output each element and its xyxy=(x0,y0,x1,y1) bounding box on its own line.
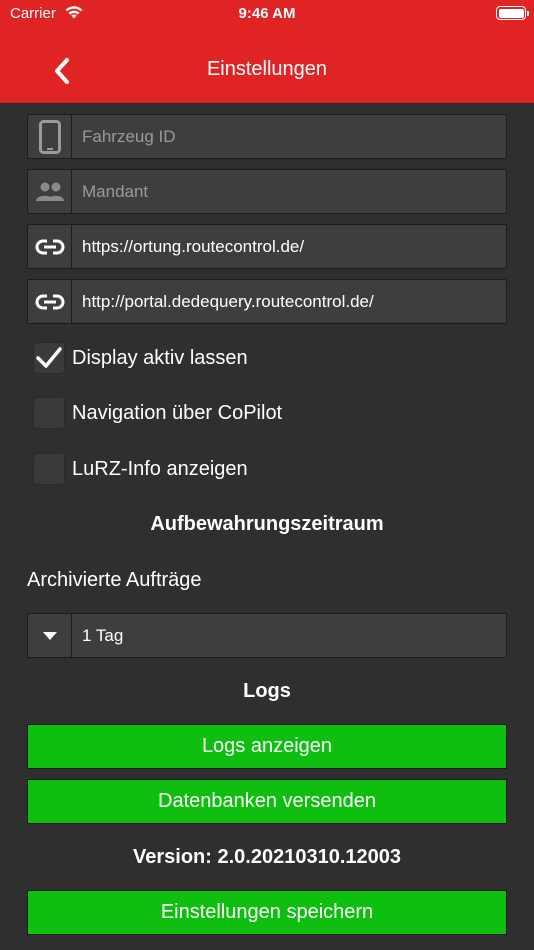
page-title: Einstellungen xyxy=(206,58,328,80)
retention-heading: Aufbewahrungszeitraum xyxy=(150,513,384,535)
link-icon xyxy=(28,225,72,268)
battery-icon xyxy=(496,6,529,20)
checkbox-box[interactable] xyxy=(33,342,65,374)
version-text: Version: 2.0.20210310.12003 xyxy=(133,846,401,868)
app-header: Carrier 9:46 AM Einstellungen xyxy=(0,0,534,103)
show-logs-button[interactable]: Logs anzeigen xyxy=(27,724,507,769)
archived-orders-label: Archivierte Aufträge xyxy=(27,569,202,591)
checkmark-icon xyxy=(36,347,62,368)
checkbox-box[interactable] xyxy=(33,397,65,429)
people-icon xyxy=(28,170,72,213)
phone-icon xyxy=(28,115,72,158)
checkbox-navigation-copilot[interactable]: Navigation über CoPilot xyxy=(33,396,282,430)
portal-url-input[interactable]: http://portal.dedequery.routecontrol.de/ xyxy=(72,280,506,323)
tracking-url-input[interactable]: https://ortung.routecontrol.de/ xyxy=(72,225,506,268)
checkbox-label: Display aktiv lassen xyxy=(72,346,248,369)
caret-down-icon xyxy=(28,614,72,657)
client-field[interactable]: Mandant xyxy=(27,169,507,214)
status-time: 9:46 AM xyxy=(238,5,296,22)
client-input[interactable]: Mandant xyxy=(72,170,506,213)
retention-select[interactable]: 1 Tag xyxy=(27,613,507,658)
checkbox-label: Navigation über CoPilot xyxy=(72,401,283,424)
vehicle-id-field[interactable]: Fahrzeug ID xyxy=(27,114,507,159)
status-bar: Carrier 9:46 AM xyxy=(0,0,534,28)
checkbox-box[interactable] xyxy=(33,453,65,485)
retention-selected-value: 1 Tag xyxy=(82,625,124,645)
checkbox-display-active[interactable]: Display aktiv lassen xyxy=(33,341,248,375)
tracking-url-field[interactable]: https://ortung.routecontrol.de/ xyxy=(27,224,507,269)
logs-heading: Logs xyxy=(243,680,291,702)
link-icon xyxy=(28,280,72,323)
send-databases-button[interactable]: Datenbanken versenden xyxy=(27,779,507,824)
portal-url-field[interactable]: http://portal.dedequery.routecontrol.de/ xyxy=(27,279,507,324)
save-settings-button[interactable]: Einstellungen speichern xyxy=(27,890,507,935)
checkbox-label: LuRZ-Info anzeigen xyxy=(72,457,248,480)
vehicle-id-input[interactable]: Fahrzeug ID xyxy=(72,115,506,158)
checkbox-lurz-info[interactable]: LuRZ-Info anzeigen xyxy=(33,452,248,486)
